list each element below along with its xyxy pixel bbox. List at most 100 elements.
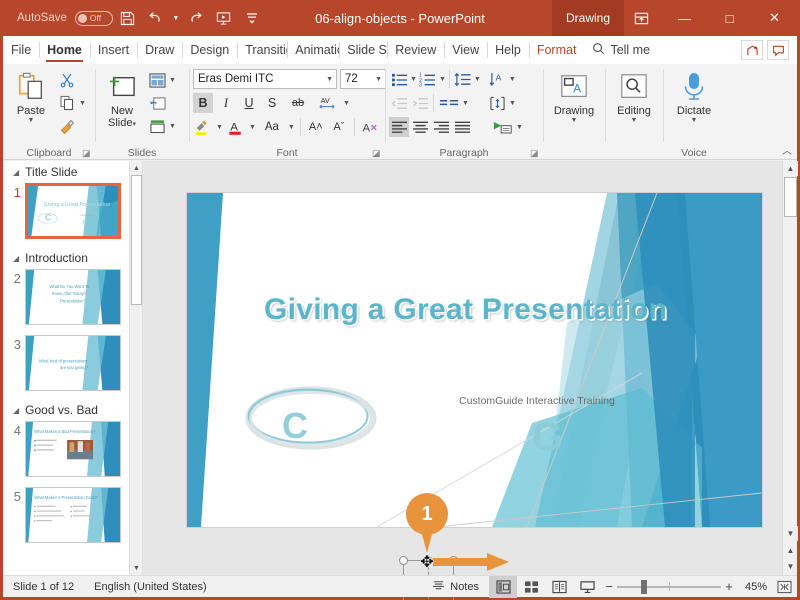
text-direction-icon[interactable]: A: [488, 69, 508, 89]
resize-handle-top-left[interactable]: [399, 556, 408, 565]
contextual-tab-drawing[interactable]: Drawing: [551, 0, 624, 36]
change-case-dropdown-icon[interactable]: ▼: [288, 124, 295, 131]
section-button[interactable]: ▼: [145, 115, 178, 137]
tab-help[interactable]: Help: [487, 36, 529, 64]
thumbnail-row[interactable]: 2 What Do You Want To Know After Today's…: [3, 267, 142, 333]
bullets-dropdown-icon[interactable]: ▼: [410, 76, 417, 83]
tab-view[interactable]: View: [444, 36, 487, 64]
dictate-button[interactable]: Dictate ▼: [670, 67, 718, 125]
copy-button[interactable]: ▼: [55, 92, 88, 114]
thumbnail-row[interactable]: 1 Giving a Great Presentation C CustomGu…: [3, 181, 142, 247]
increase-font-size-button[interactable]: A˄: [306, 117, 326, 137]
clear-formatting-icon[interactable]: A: [360, 117, 380, 137]
increase-indent-icon[interactable]: [410, 93, 430, 113]
convert-to-smartart-icon[interactable]: [491, 117, 515, 137]
previous-slide-button[interactable]: ▲: [783, 542, 798, 558]
close-button[interactable]: ✕: [752, 0, 797, 36]
font-name-dropdown-icon[interactable]: ▼: [326, 76, 336, 83]
font-color-icon[interactable]: A: [226, 117, 246, 137]
bullets-icon[interactable]: [389, 69, 409, 89]
share-icon[interactable]: [741, 40, 763, 60]
paste-dropdown-icon[interactable]: ▼: [28, 117, 35, 125]
reset-button[interactable]: [145, 92, 178, 114]
start-presentation-icon[interactable]: [211, 5, 237, 31]
tab-transitions[interactable]: Transitio: [237, 36, 287, 64]
slide-count-label[interactable]: Slide 1 of 12: [3, 581, 84, 593]
zoom-out-button[interactable]: −: [601, 579, 617, 594]
language-label[interactable]: English (United States): [84, 581, 217, 593]
zoom-level-label[interactable]: 45%: [737, 581, 771, 593]
canvas-vertical-scrollbar[interactable]: ▲ ▼ ▲ ▼: [782, 161, 798, 575]
align-center-icon[interactable]: [410, 117, 430, 137]
fit-slide-to-window-icon[interactable]: [771, 580, 797, 594]
next-slide-button[interactable]: ▼: [783, 558, 798, 574]
underline-button[interactable]: U: [239, 93, 259, 113]
justify-icon[interactable]: [452, 117, 472, 137]
section-header-title-slide[interactable]: ◢ Title Slide: [3, 161, 142, 181]
slide-thumbnail-2[interactable]: What Do You Want To Know After Today's P…: [25, 269, 121, 325]
tab-design[interactable]: Design: [182, 36, 237, 64]
text-highlight-color-icon[interactable]: [193, 117, 213, 137]
tab-draw[interactable]: Draw: [137, 36, 182, 64]
collapse-ribbon-icon[interactable]: ︿: [782, 142, 792, 157]
numbering-icon[interactable]: 123: [418, 69, 438, 89]
zoom-slider[interactable]: [617, 576, 721, 598]
tab-insert[interactable]: Insert: [89, 36, 137, 64]
undo-dropdown-icon[interactable]: ▼: [171, 5, 181, 31]
text-direction-dropdown-icon[interactable]: ▼: [509, 76, 516, 83]
redo-icon[interactable]: [183, 5, 209, 31]
decrease-indent-icon[interactable]: [389, 93, 409, 113]
layout-button[interactable]: ▼: [145, 69, 178, 91]
save-icon[interactable]: [115, 5, 141, 31]
layout-dropdown-icon[interactable]: ▼: [169, 77, 176, 84]
zoom-in-button[interactable]: +: [721, 579, 737, 594]
tab-review[interactable]: Review: [387, 36, 444, 64]
slide-thumbnail-5[interactable]: What Makes a Presentation Good?: [25, 487, 121, 543]
format-painter-button[interactable]: [55, 115, 88, 137]
paragraph-dialog-launcher[interactable]: ◪: [530, 148, 540, 160]
align-left-icon[interactable]: [389, 117, 409, 137]
line-spacing-icon[interactable]: [453, 69, 473, 89]
tab-home[interactable]: Home: [39, 36, 90, 64]
undo-icon[interactable]: [143, 5, 169, 31]
editing-dropdown-icon[interactable]: ▼: [631, 117, 638, 125]
columns-icon[interactable]: [437, 93, 461, 113]
change-case-button[interactable]: Aa: [259, 117, 285, 137]
tell-me-box[interactable]: Tell me: [584, 36, 658, 64]
numbering-dropdown-icon[interactable]: ▼: [439, 76, 446, 83]
slide-thumbnail-3[interactable]: What kind of presentations are you givin…: [25, 335, 121, 391]
tab-format[interactable]: Format: [528, 36, 585, 64]
dictate-dropdown-icon[interactable]: ▼: [691, 117, 698, 125]
slide-show-icon[interactable]: [573, 576, 601, 598]
slide-thumbnail-1[interactable]: Giving a Great Presentation C CustomGuid…: [25, 183, 121, 239]
slide-thumbnail-pane[interactable]: ◢ Title Slide 1 Giving a Great Presentat…: [3, 161, 143, 575]
align-text-icon[interactable]: [488, 93, 508, 113]
slide-thumbnail-4[interactable]: What Makes a Bad Presentation?: [25, 421, 121, 477]
maximize-button[interactable]: □: [707, 0, 752, 36]
comments-icon[interactable]: [767, 40, 789, 60]
thumbnail-scrollbar[interactable]: ▲ ▼: [129, 161, 142, 575]
editing-button[interactable]: Editing ▼: [610, 67, 658, 125]
scrollbar-thumb[interactable]: [131, 175, 142, 305]
font-name-combobox[interactable]: Eras Demi ITC ▼: [193, 69, 337, 89]
smartart-dropdown-icon[interactable]: ▼: [516, 124, 523, 131]
thumbnail-row[interactable]: 3 What kind of presentations are you giv…: [3, 333, 142, 399]
logo-oval-shape[interactable]: [245, 385, 377, 451]
slide-sorter-view-icon[interactable]: [517, 576, 545, 598]
scroll-up-arrow[interactable]: ▲: [783, 161, 798, 176]
zoom-slider-handle[interactable]: [641, 579, 647, 594]
new-slide-button[interactable]: New Slide▾: [99, 67, 145, 129]
character-spacing-icon[interactable]: AV: [314, 93, 340, 113]
normal-view-icon[interactable]: [489, 575, 517, 598]
collapse-triangle-icon[interactable]: ◢: [13, 168, 19, 177]
decrease-font-size-button[interactable]: Aˇ: [329, 117, 349, 137]
section-header-good-vs-bad[interactable]: ◢ Good vs. Bad: [3, 399, 142, 419]
scrollbar-thumb[interactable]: [784, 177, 797, 217]
align-right-icon[interactable]: [431, 117, 451, 137]
tab-slide-show[interactable]: Slide Sho: [339, 36, 387, 64]
character-spacing-dropdown-icon[interactable]: ▼: [343, 100, 350, 107]
text-shadow-button[interactable]: S: [262, 93, 282, 113]
reading-view-icon[interactable]: [545, 576, 573, 598]
columns-dropdown-icon[interactable]: ▼: [462, 100, 469, 107]
clipboard-dialog-launcher[interactable]: ◪: [82, 148, 92, 160]
